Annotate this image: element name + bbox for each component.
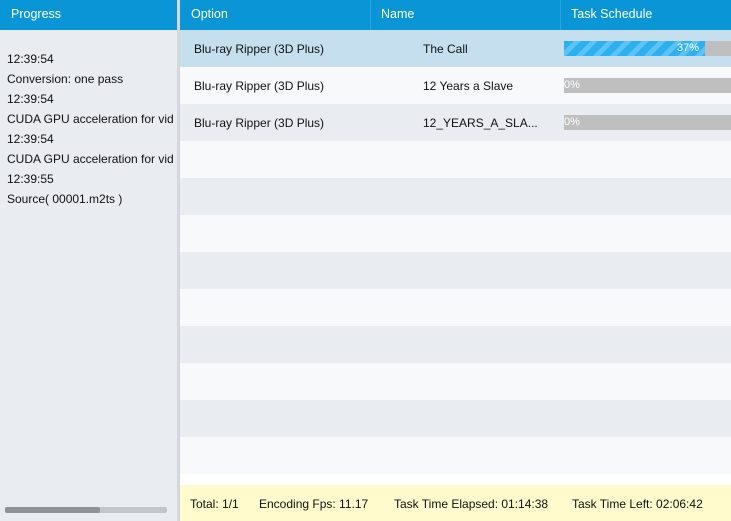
log-line: Source( 00001.m2ts ) (7, 192, 123, 206)
task-name: 12 Years a Slave (423, 79, 514, 93)
time-elapsed: Task Time Elapsed: 01:14:38 (394, 497, 549, 511)
name-column-header[interactable]: Name (381, 7, 414, 21)
log-line: Conversion: one pass (7, 72, 124, 86)
encoding-fps: Encoding Fps: 11.17 (259, 497, 369, 511)
column-divider[interactable] (560, 0, 561, 30)
empty-row (180, 141, 731, 178)
task-name: The Call (423, 42, 468, 56)
horizontal-scrollbar[interactable] (5, 507, 167, 513)
total-count: Total: 1/1 (190, 497, 239, 511)
log-line: 12:39:54 (7, 92, 54, 106)
task-row[interactable]: Blu-ray Ripper (3D Plus) The Call 37% (180, 30, 731, 67)
log-line: 12:39:54 (7, 132, 54, 146)
empty-row (180, 215, 731, 252)
column-divider[interactable] (370, 0, 371, 30)
progress-header: Progress (11, 7, 62, 21)
empty-row (180, 400, 731, 437)
task-progress-bar: 37% (564, 41, 731, 56)
task-option: Blu-ray Ripper (3D Plus) (194, 79, 325, 93)
progress-percent: 0% (564, 116, 580, 128)
status-footer: Total: 1/1 Encoding Fps: 11.17 Task Time… (180, 485, 731, 521)
progress-log-panel: 12:39:54 Conversion: one pass 12:39:54 C… (0, 30, 177, 521)
task-row[interactable]: Blu-ray Ripper (3D Plus) 12 Years a Slav… (180, 67, 731, 104)
log-line: 12:39:55 (7, 172, 54, 186)
empty-row (180, 252, 731, 289)
log-list: 12:39:54 Conversion: one pass 12:39:54 C… (7, 49, 175, 209)
task-progress-bar: 0% (564, 78, 731, 93)
progress-percent: 37% (676, 42, 699, 54)
task-progress-bar: 0% (564, 115, 731, 130)
task-list: Blu-ray Ripper (3D Plus) The Call 37% Blu… (180, 30, 731, 474)
log-line: CUDA GPU acceleration for vid (7, 152, 174, 166)
option-column-header[interactable]: Option (191, 7, 228, 21)
task-option: Blu-ray Ripper (3D Plus) (194, 42, 325, 56)
empty-row (180, 289, 731, 326)
empty-row (180, 326, 731, 363)
log-line: 12:39:54 (7, 52, 54, 66)
empty-row (180, 178, 731, 215)
task-name: 12_YEARS_A_SLA... (423, 116, 538, 130)
log-line: CUDA GPU acceleration for vid (7, 112, 174, 126)
task-row[interactable]: Blu-ray Ripper (3D Plus) 12_YEARS_A_SLA.… (180, 104, 731, 141)
progress-percent: 0% (564, 79, 580, 91)
header-bar: Progress Option Name Task Schedule (0, 0, 731, 30)
empty-row (180, 363, 731, 400)
time-left: Task Time Left: 02:06:42 (572, 497, 703, 511)
task-schedule-column-header[interactable]: Task Schedule (571, 7, 652, 21)
task-option: Blu-ray Ripper (3D Plus) (194, 116, 325, 130)
empty-row (180, 437, 731, 474)
scrollbar-thumb[interactable] (5, 507, 100, 513)
